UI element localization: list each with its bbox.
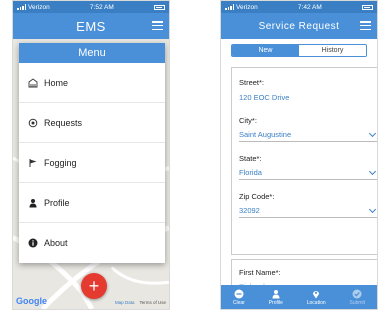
left-phone-screen: Verizon 7:52 AM EMS Menu Home Requests F… (12, 0, 170, 310)
clear-label: Clear (232, 299, 245, 306)
google-logo: Google (16, 296, 47, 306)
street-input[interactable]: 120 EOC Drive (239, 90, 377, 104)
person-icon (28, 198, 38, 208)
submit-button[interactable]: Submit (349, 289, 366, 306)
check-circle-icon (352, 289, 362, 299)
menu-item-about[interactable]: About (19, 223, 165, 263)
hamburger-menu-icon[interactable] (152, 21, 163, 31)
submit-label: Submit (349, 299, 366, 306)
city-field: City*: Saint Augustine (239, 116, 377, 154)
status-time: 7:52 AM (89, 3, 114, 11)
app-title: Service Request (258, 20, 340, 32)
chevron-down-icon (368, 129, 377, 137)
app-header: Service Request (221, 13, 377, 39)
carrier-label: Verizon (28, 3, 50, 11)
street-label: Street*: (239, 78, 265, 87)
menu-item-requests[interactable]: Requests (19, 103, 165, 143)
clear-button[interactable]: Clear (233, 289, 245, 306)
city-select[interactable]: Saint Augustine (239, 128, 377, 142)
location-label: Location (306, 299, 326, 306)
menu-item-label: Fogging (44, 157, 77, 168)
menu-item-label: About (44, 238, 68, 248)
zip-value: 32092 (239, 206, 260, 215)
right-phone-screen: Verizon 7:42 AM Service Request New Hist… (220, 0, 378, 310)
menu-item-label: Home (44, 77, 69, 88)
profile-label: Profile (268, 299, 283, 306)
street-field: Street*: 120 EOC Drive (239, 78, 377, 116)
minus-circle-icon (234, 289, 244, 299)
building-icon (28, 77, 38, 88)
status-bar: Verizon 7:52 AM (13, 1, 169, 13)
map-data-link[interactable]: Map Data (115, 300, 135, 305)
status-time: 7:42 AM (297, 3, 322, 11)
menu-item-home[interactable]: Home (19, 63, 165, 103)
side-menu: Menu Home Requests Fogging Profile About (19, 43, 165, 263)
app-header: EMS (13, 13, 169, 39)
menu-item-profile[interactable]: Profile (19, 183, 165, 223)
menu-item-label: Requests (44, 117, 83, 128)
map-attribution: Map Data Terms of Use (115, 300, 166, 305)
status-bar: Verizon 7:42 AM (221, 1, 377, 13)
menu-title: Menu (19, 43, 165, 63)
bottom-nav: Clear Profile Location Submit (221, 285, 377, 309)
signal-icon (17, 4, 26, 10)
carrier-label: Verizon (236, 3, 258, 11)
terms-link[interactable]: Terms of Use (139, 300, 166, 305)
battery-icon (361, 4, 373, 10)
add-fab-button[interactable]: + (81, 273, 107, 299)
zip-label: Zip Code*: (239, 192, 275, 201)
tab-history[interactable]: History (299, 44, 366, 56)
state-field: State*: Florida (239, 154, 377, 192)
state-value: Florida (239, 168, 262, 177)
menu-item-fogging[interactable]: Fogging (19, 143, 165, 183)
signal-icon (225, 4, 234, 10)
chevron-down-icon (368, 205, 377, 213)
address-form: Street*: 120 EOC Drive City*: Saint Augu… (231, 67, 377, 255)
profile-button[interactable]: Profile (269, 289, 283, 306)
state-label: State*: (239, 154, 262, 163)
info-icon (28, 238, 38, 248)
zip-field: Zip Code*: 32092 (239, 192, 377, 230)
first-name-label: First Name*: (239, 268, 281, 277)
zip-select[interactable]: 32092 (239, 204, 377, 218)
tab-new[interactable]: New (232, 44, 299, 56)
state-select[interactable]: Florida (239, 166, 377, 180)
chevron-down-icon (368, 167, 377, 175)
target-icon (28, 118, 38, 128)
city-label: City*: (239, 116, 257, 125)
menu-item-label: Profile (44, 197, 70, 208)
app-title: EMS (76, 18, 106, 34)
request-tabs: New History (221, 39, 377, 61)
hamburger-menu-icon[interactable] (360, 21, 371, 31)
city-value: Saint Augustine (239, 130, 292, 139)
location-button[interactable]: Location (307, 289, 326, 306)
flag-icon (28, 158, 38, 168)
person-icon (271, 289, 281, 299)
battery-icon (153, 4, 165, 10)
pin-icon (311, 289, 321, 299)
